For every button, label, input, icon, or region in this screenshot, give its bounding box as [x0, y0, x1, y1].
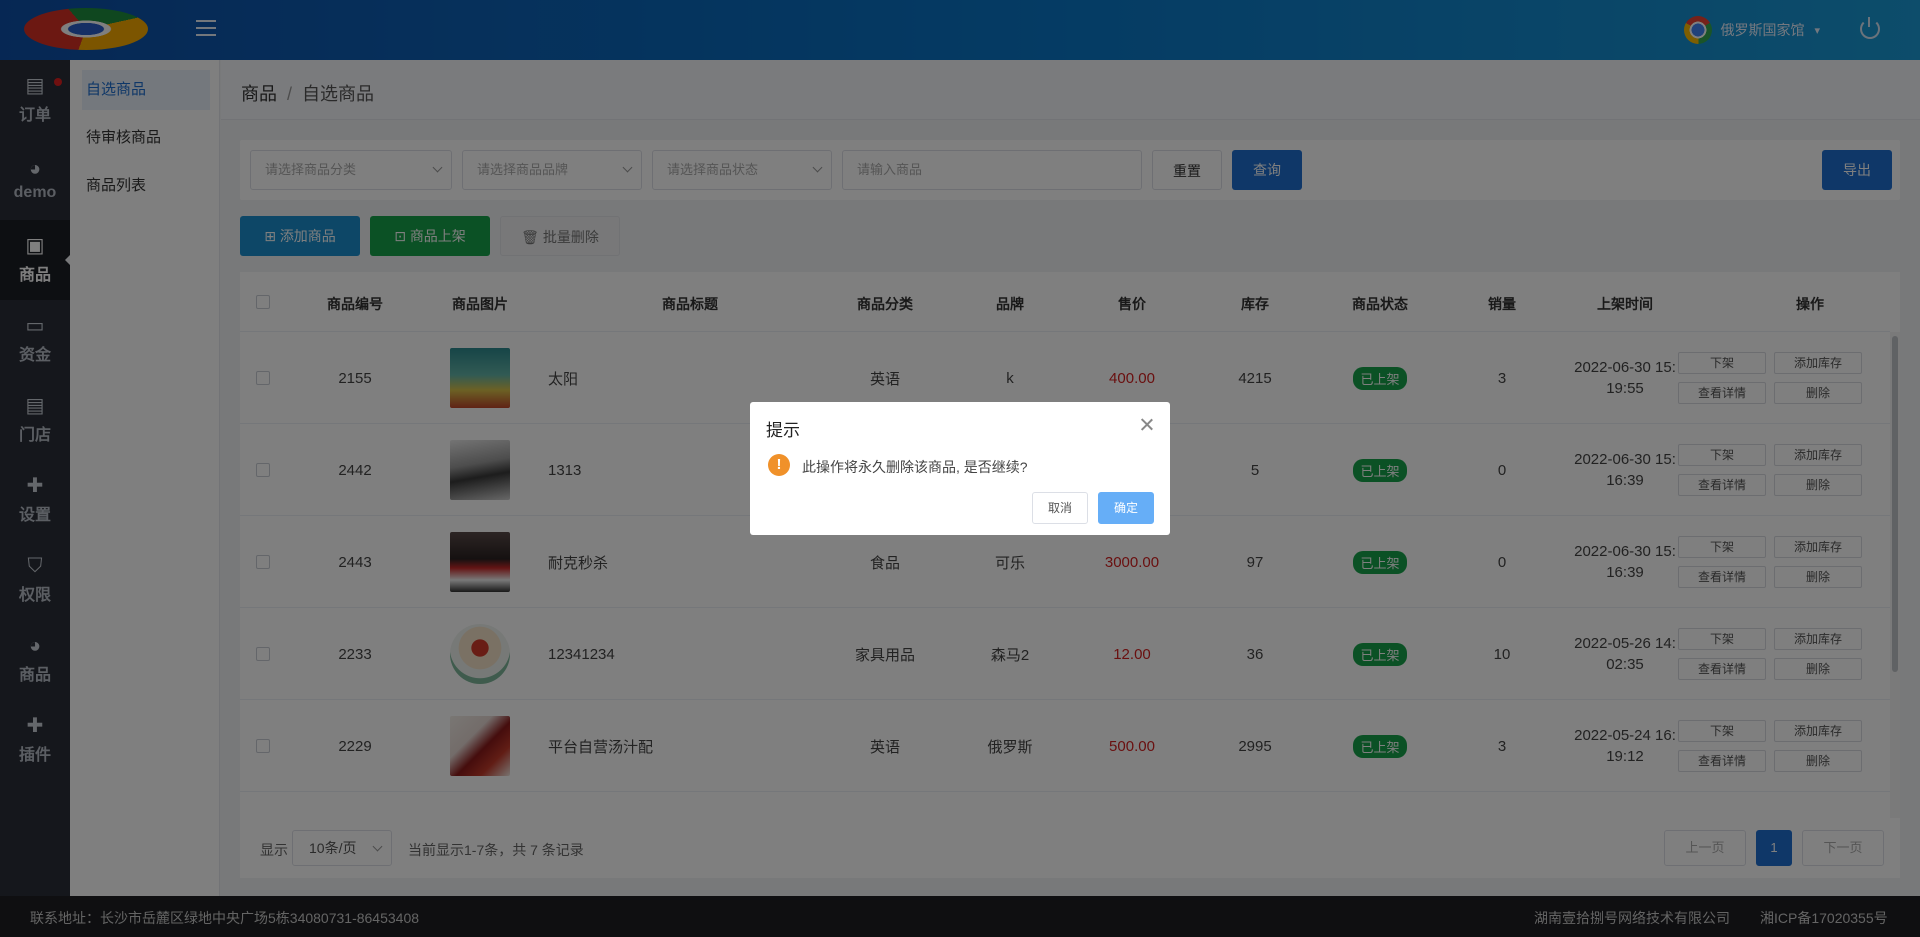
confirm-button[interactable]: 确定	[1098, 492, 1154, 524]
dialog-message: 此操作将永久删除该商品, 是否继续?	[802, 459, 1028, 475]
warning-icon: !	[768, 454, 790, 476]
cancel-button[interactable]: 取消	[1032, 492, 1088, 524]
confirm-dialog: 提示 ! 此操作将永久删除该商品, 是否继续? 取消 确定	[750, 402, 1170, 535]
dialog-title: 提示	[766, 421, 800, 440]
close-icon[interactable]	[1140, 418, 1154, 432]
